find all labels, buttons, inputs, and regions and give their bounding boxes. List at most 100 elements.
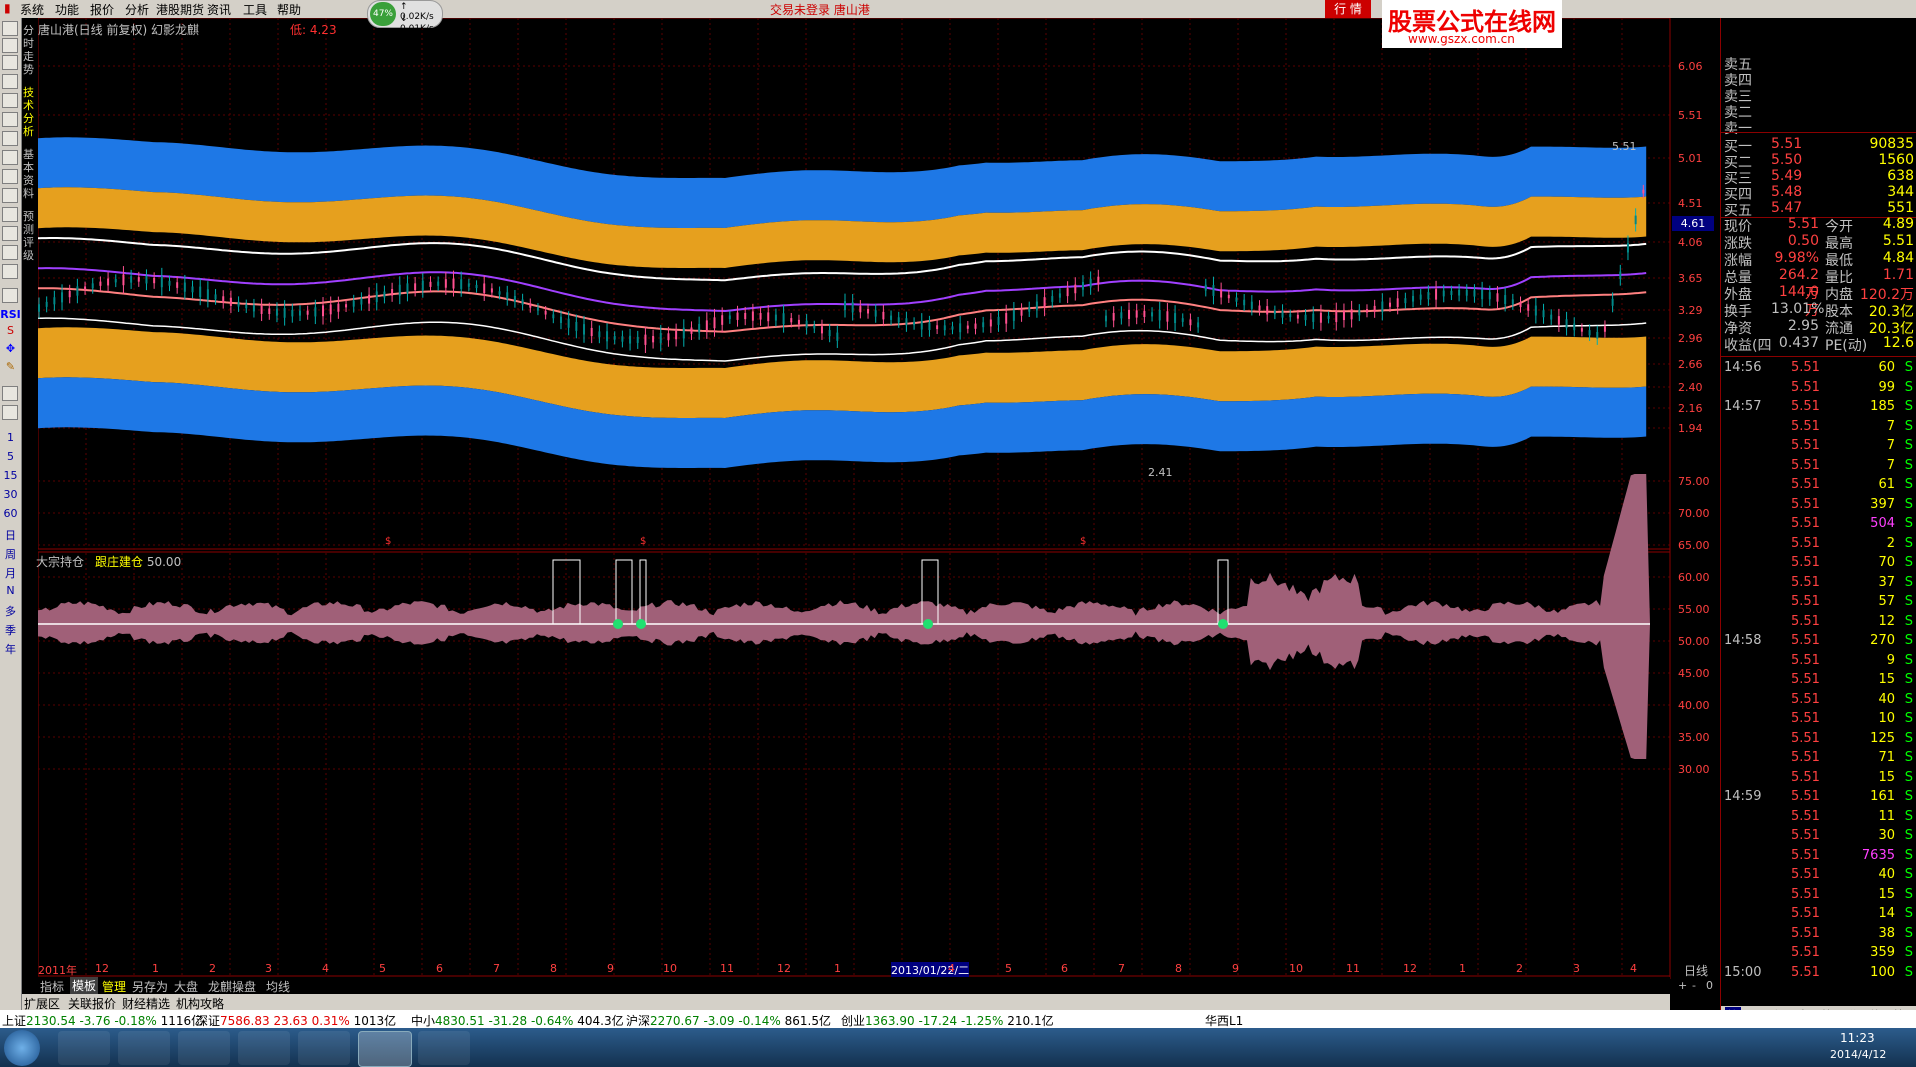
start-button-icon[interactable]	[4, 1030, 40, 1066]
back-icon[interactable]	[2, 21, 18, 36]
fs-icon[interactable]	[2, 405, 18, 420]
candle-body	[268, 308, 271, 315]
period-5[interactable]: 5	[0, 450, 21, 463]
period-day[interactable]: 日	[0, 527, 21, 543]
tab-fundamentals[interactable]: 基本资料	[23, 148, 35, 200]
candle-body	[1281, 310, 1284, 318]
tick-volume: 125	[1870, 730, 1895, 746]
index-quote[interactable]: 深证7586.83 23.63 0.31% 1013亿	[196, 1012, 396, 1029]
down-arrow-icon[interactable]	[2, 55, 18, 70]
tick-volume: 30	[1878, 828, 1895, 843]
tick-price: 5.51	[1791, 379, 1820, 395]
page-icon[interactable]	[2, 386, 18, 401]
up-arrow-icon[interactable]	[2, 38, 18, 53]
menu-item[interactable]: 工具	[243, 1, 267, 18]
period-year[interactable]: 年	[0, 641, 21, 657]
network-app-icon[interactable]	[298, 1031, 350, 1065]
browser-icon[interactable]	[418, 1031, 470, 1065]
doc-icon[interactable]	[2, 188, 18, 203]
list-icon[interactable]	[2, 150, 18, 165]
index-quote[interactable]: 上证2130.54 -3.76 -0.18% 1116亿	[2, 1012, 203, 1029]
period-1[interactable]: 1	[0, 431, 21, 444]
clock-date[interactable]: 2014/4/12	[1830, 1048, 1886, 1061]
period-week[interactable]: 周	[0, 546, 21, 562]
rsi-icon[interactable]: RSI	[0, 308, 21, 321]
menu-item[interactable]: 港股期货	[156, 1, 204, 18]
pen-icon[interactable]: ✎	[0, 360, 21, 373]
fz-icon[interactable]	[2, 226, 18, 241]
candle-body	[1611, 298, 1614, 306]
s-icon[interactable]: S	[0, 324, 21, 337]
fo-icon[interactable]	[2, 169, 18, 184]
y-tick-label: 4.51	[1678, 197, 1703, 210]
sub-indicator-label: 跟庄建仓 50.00	[95, 555, 182, 569]
period-multi[interactable]: 多	[0, 603, 21, 619]
candle-body	[675, 330, 678, 340]
circle-icon[interactable]	[2, 264, 18, 279]
table-icon[interactable]	[2, 131, 18, 146]
chart-icon[interactable]	[2, 245, 18, 260]
menu-item[interactable]: 功能	[55, 1, 79, 18]
period-30[interactable]: 30	[0, 488, 21, 501]
period-month[interactable]: 月	[0, 565, 21, 581]
index-status-bar: 上证2130.54 -3.76 -0.18% 1116亿 深证7586.83 23…	[0, 1010, 1916, 1028]
tick-volume: 61	[1878, 477, 1895, 492]
tab-template[interactable]: 模板	[70, 977, 99, 994]
wave-icon[interactable]	[2, 288, 18, 303]
server-label[interactable]: 华西L1	[1205, 1012, 1243, 1029]
index-name: 沪深	[626, 1014, 651, 1028]
tab-save-as[interactable]: 另存为	[132, 978, 168, 995]
refresh-app-icon[interactable]	[238, 1031, 290, 1065]
move-icon[interactable]: ✥	[0, 342, 21, 355]
zoom-out-button[interactable]: -	[1692, 979, 1696, 992]
tool-icon[interactable]	[2, 74, 18, 89]
grid-icon[interactable]	[2, 93, 18, 108]
menu-item[interactable]: 报价	[90, 1, 114, 18]
ie-icon[interactable]	[58, 1031, 110, 1065]
candle-body	[966, 325, 969, 329]
frame-icon[interactable]	[2, 207, 18, 222]
tab-indicator[interactable]: 指标	[40, 978, 64, 995]
trading-app-icon[interactable]	[358, 1031, 412, 1067]
candle-body	[882, 311, 885, 320]
zoom-in-button[interactable]: +	[1678, 979, 1687, 992]
candle-body	[1504, 295, 1507, 304]
menu-item[interactable]: 帮助	[277, 1, 301, 18]
y-tick-label: 75.00	[1678, 475, 1710, 488]
candle-body	[429, 281, 432, 287]
tab-ma[interactable]: 均线	[266, 978, 290, 995]
candle-body	[38, 304, 40, 312]
index-quote[interactable]: 创业1363.90 -17.24 -1.25% 210.1亿	[841, 1012, 1054, 1029]
candle-body	[989, 319, 992, 327]
tab-intraday[interactable]: 分时走势	[23, 24, 35, 76]
folder-icon[interactable]	[118, 1031, 170, 1065]
index-quote[interactable]: 中小4830.51 -31.28 -0.64% 404.3亿	[411, 1012, 624, 1029]
tab-technical[interactable]: 技术分析	[23, 86, 35, 138]
chart-canvas[interactable]	[38, 18, 1720, 979]
zoom-reset-button[interactable]: 0	[1706, 979, 1713, 992]
tab-longqi[interactable]: 龙麒操盘	[208, 978, 256, 995]
candle-body	[1534, 305, 1537, 316]
vertical-tabs: 分时走势 技术分析 基本资料 预测评级	[21, 22, 37, 262]
menu-item[interactable]: 资讯	[207, 1, 231, 18]
candle-body	[1365, 309, 1368, 313]
tick-row: 5.51 15 S	[1721, 672, 1916, 690]
x-tick-label: 8	[1175, 962, 1182, 975]
menu-item[interactable]: 系统	[20, 1, 44, 18]
media-icon[interactable]	[178, 1031, 230, 1065]
period-15[interactable]: 15	[0, 469, 21, 482]
line-chart-icon[interactable]	[2, 112, 18, 127]
tab-forecast[interactable]: 预测评级	[23, 210, 35, 262]
period-season[interactable]: 季	[0, 622, 21, 638]
tab-market[interactable]: 大盘	[174, 978, 198, 995]
candle-body	[575, 321, 578, 331]
candle-body	[1519, 302, 1522, 308]
tab-manage[interactable]: 管理	[102, 978, 126, 995]
period-60[interactable]: 60	[0, 507, 21, 520]
tab-quote[interactable]: 行 情	[1325, 0, 1371, 18]
index-quote[interactable]: 沪深2270.67 -3.09 -0.14% 861.5亿	[626, 1012, 831, 1029]
tick-volume: 99	[1878, 379, 1895, 395]
period-n[interactable]: N	[0, 584, 21, 597]
candle-body	[636, 336, 639, 343]
menu-item[interactable]: 分析	[125, 1, 149, 18]
